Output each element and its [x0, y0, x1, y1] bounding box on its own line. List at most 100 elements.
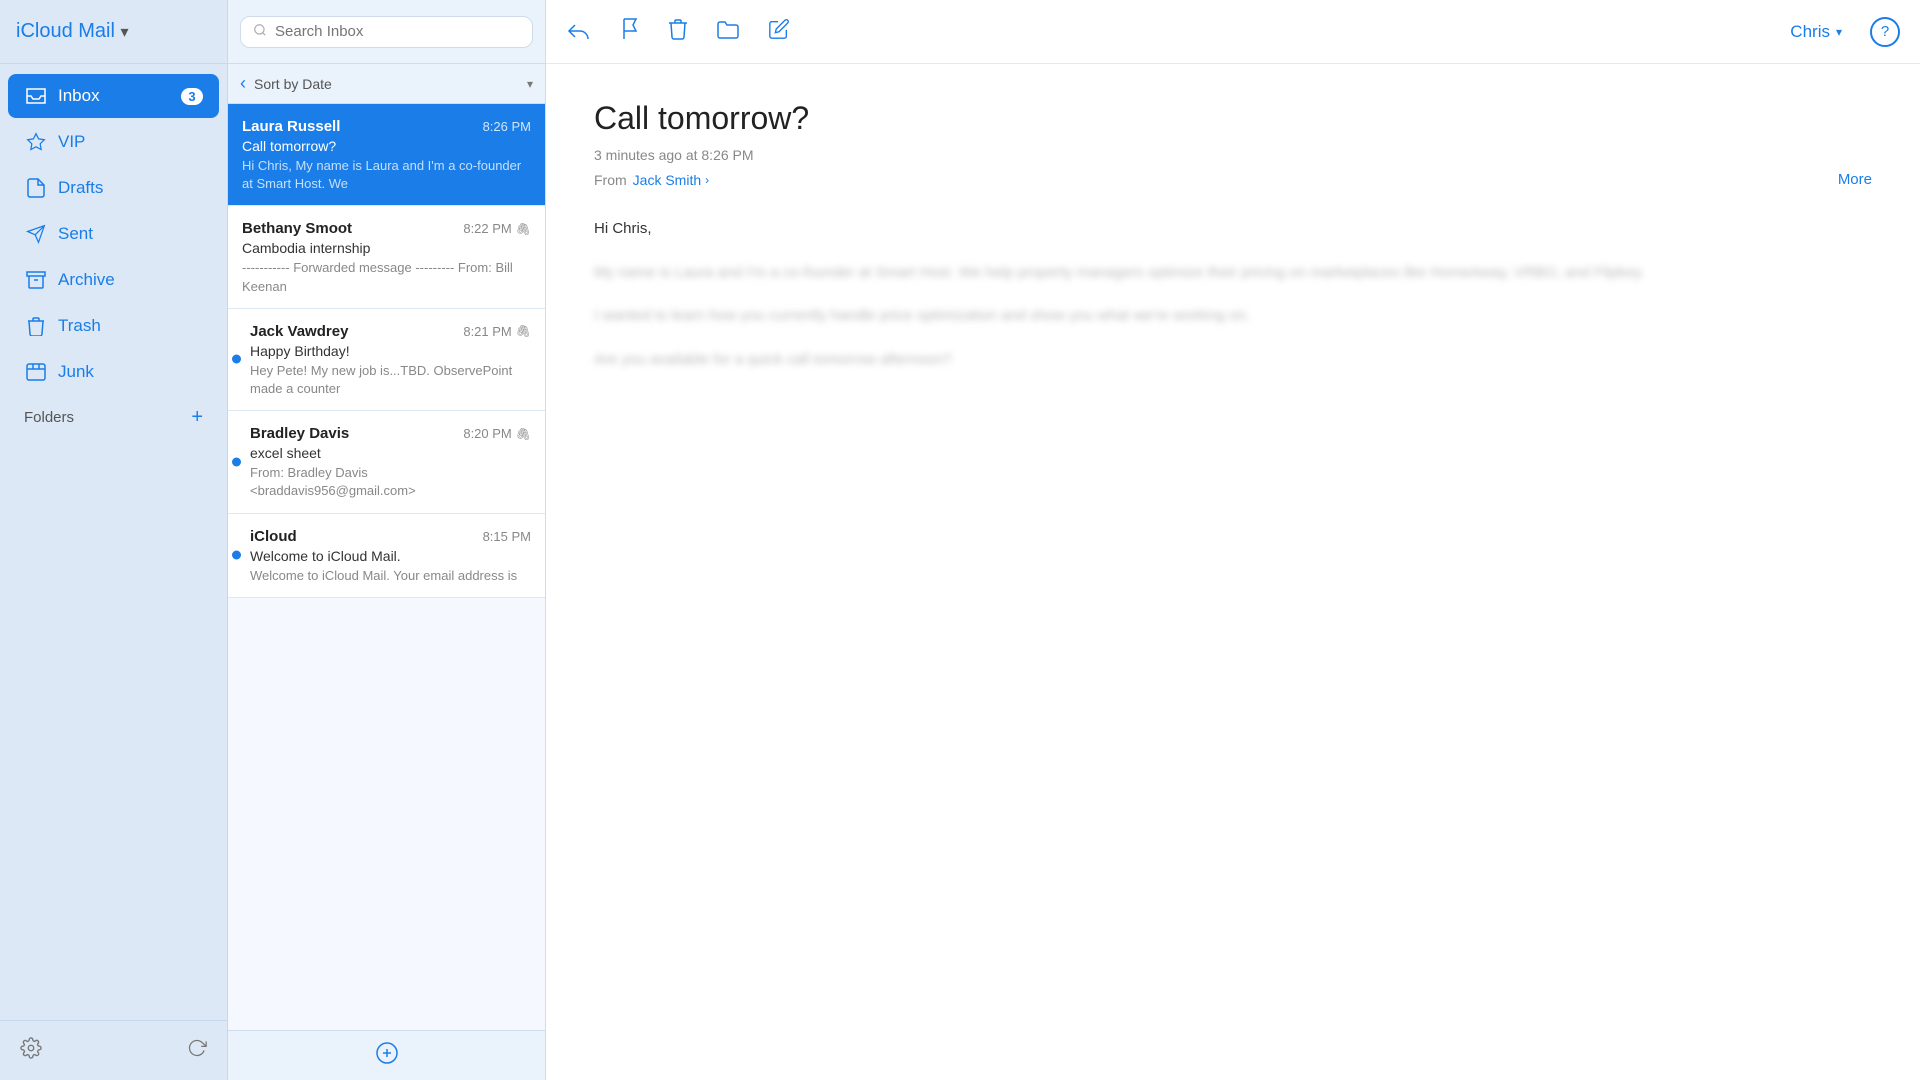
email-item[interactable]: Jack Vawdrey 8:21 PM 🖇 Happy Birthday! H… — [228, 309, 545, 411]
folders-header: Folders + — [0, 396, 227, 439]
drafts-icon — [24, 176, 48, 200]
email-sender: iCloud — [250, 528, 475, 545]
email-list-panel: ‹ Sort by Date ▾ Laura Russell 8:26 PM C… — [228, 0, 546, 1080]
folder-button[interactable] — [716, 19, 740, 45]
sidebar-item-junk[interactable]: Junk — [8, 350, 219, 394]
email-list: Laura Russell 8:26 PM Call tomorrow? Hi … — [228, 104, 545, 1030]
sidebar-item-trash[interactable]: Trash — [8, 304, 219, 348]
email-time: 8:26 PM — [483, 119, 531, 134]
folders-label: Folders — [24, 409, 74, 426]
email-sender: Jack Vawdrey — [250, 323, 455, 340]
drafts-label: Drafts — [58, 178, 203, 198]
email-subject: Cambodia internship — [242, 240, 531, 256]
compose-footer-icon[interactable] — [375, 1041, 399, 1071]
email-preview: From: Bradley Davis <braddavis956@gmail.… — [242, 464, 531, 500]
trash-button[interactable] — [668, 18, 688, 46]
sidebar-item-sent[interactable]: Sent — [8, 212, 219, 256]
sidebar-footer — [0, 1020, 227, 1080]
email-sender: Laura Russell — [242, 118, 475, 135]
help-button[interactable]: ? — [1870, 17, 1900, 47]
email-time: 8:20 PM — [463, 426, 511, 441]
email-subject: excel sheet — [242, 445, 531, 461]
email-list-header — [228, 0, 545, 64]
more-button[interactable]: More — [1838, 171, 1872, 188]
email-detail-content: Call tomorrow? 3 minutes ago at 8:26 PM … — [546, 64, 1920, 1080]
sort-label: Sort by Date — [254, 76, 527, 92]
vip-label: VIP — [58, 132, 203, 152]
email-greeting: Hi Chris, — [594, 216, 1872, 242]
settings-icon[interactable] — [20, 1037, 42, 1065]
add-folder-button[interactable]: + — [191, 406, 203, 429]
email-sender: Bradley Davis — [250, 425, 455, 442]
attachment-icon: 🖇 — [516, 324, 531, 338]
sort-bar: ‹ Sort by Date ▾ — [228, 64, 545, 104]
email-preview: Hi Chris, My name is Laura and I'm a co-… — [242, 157, 531, 193]
search-input[interactable] — [275, 23, 520, 40]
detail-toolbar: Chris ▾ ? — [546, 0, 1920, 64]
app-logo: iCloud Mail ▾ — [16, 20, 129, 43]
user-name: Chris — [1790, 22, 1830, 42]
search-icon — [253, 23, 267, 41]
email-time: 8:21 PM — [463, 324, 511, 339]
email-item[interactable]: Bethany Smoot 8:22 PM 🖇 Cambodia interns… — [228, 206, 545, 308]
sent-icon — [24, 222, 48, 246]
email-item[interactable]: Laura Russell 8:26 PM Call tomorrow? Hi … — [228, 104, 545, 206]
from-chevron-icon[interactable]: › — [705, 173, 709, 187]
email-from-row: From Jack Smith › More — [594, 171, 1872, 188]
sidebar-item-drafts[interactable]: Drafts — [8, 166, 219, 210]
email-subject: Welcome to iCloud Mail. — [242, 548, 531, 564]
attachment-icon: 🖇 — [516, 427, 531, 441]
unread-indicator — [232, 457, 241, 466]
search-box[interactable] — [240, 16, 533, 48]
sent-label: Sent — [58, 224, 203, 244]
archive-label: Archive — [58, 270, 203, 290]
compose-button[interactable] — [768, 18, 790, 46]
sort-chevron[interactable]: ▾ — [527, 77, 533, 91]
archive-icon — [24, 268, 48, 292]
help-icon: ? — [1881, 23, 1889, 40]
email-body-line1: My name is Laura and I'm a co-founder at… — [594, 260, 1872, 286]
email-list-footer — [228, 1030, 545, 1080]
from-label: From — [594, 172, 627, 188]
sidebar-item-inbox[interactable]: Inbox 3 — [8, 74, 219, 118]
email-subject: Call tomorrow? — [242, 138, 531, 154]
unread-indicator — [232, 355, 241, 364]
trash-label: Trash — [58, 316, 203, 336]
email-item[interactable]: Bradley Davis 8:20 PM 🖇 excel sheet From… — [228, 411, 545, 513]
sidebar-nav: Inbox 3 VIP — [0, 64, 227, 1020]
inbox-badge: 3 — [181, 88, 203, 105]
flag-button[interactable] — [620, 18, 640, 46]
email-item[interactable]: iCloud 8:15 PM Welcome to iCloud Mail. W… — [228, 514, 545, 598]
sidebar-item-vip[interactable]: VIP — [8, 120, 219, 164]
inbox-label: Inbox — [58, 86, 181, 106]
inbox-icon — [24, 84, 48, 108]
email-date: 3 minutes ago at 8:26 PM — [594, 147, 1872, 163]
back-button[interactable]: ‹ — [240, 73, 246, 94]
email-title: Call tomorrow? — [594, 100, 1872, 137]
reply-button[interactable] — [566, 18, 592, 46]
email-body: Hi Chris, My name is Laura and I'm a co-… — [594, 216, 1872, 372]
trash-icon — [24, 314, 48, 338]
email-preview: Welcome to iCloud Mail. Your email addre… — [242, 567, 531, 585]
email-sender: Bethany Smoot — [242, 220, 455, 237]
attachment-icon: 🖇 — [516, 222, 531, 236]
email-body-line3: Are you available for a quick call tomor… — [594, 347, 1872, 373]
unread-indicator — [232, 551, 241, 560]
email-detail: Chris ▾ ? Call tomorrow? 3 minutes ago a… — [546, 0, 1920, 1080]
email-time: 8:22 PM — [463, 221, 511, 236]
junk-icon — [24, 360, 48, 384]
user-chevron-icon: ▾ — [1836, 25, 1842, 39]
sidebar-item-archive[interactable]: Archive — [8, 258, 219, 302]
junk-label: Junk — [58, 362, 203, 382]
from-name[interactable]: Jack Smith — [633, 172, 701, 188]
email-body-line2: I wanted to learn how you currently hand… — [594, 303, 1872, 329]
sidebar-header: iCloud Mail ▾ — [0, 0, 227, 64]
vip-icon — [24, 130, 48, 154]
email-time: 8:15 PM — [483, 529, 531, 544]
sidebar: iCloud Mail ▾ Inbox 3 — [0, 0, 228, 1080]
refresh-icon[interactable] — [187, 1038, 207, 1063]
email-subject: Happy Birthday! — [242, 343, 531, 359]
email-preview: ----------- Forwarded message --------- … — [242, 259, 531, 295]
user-menu[interactable]: Chris ▾ — [1790, 22, 1842, 42]
email-preview: Hey Pete! My new job is...TBD. ObservePo… — [242, 362, 531, 398]
